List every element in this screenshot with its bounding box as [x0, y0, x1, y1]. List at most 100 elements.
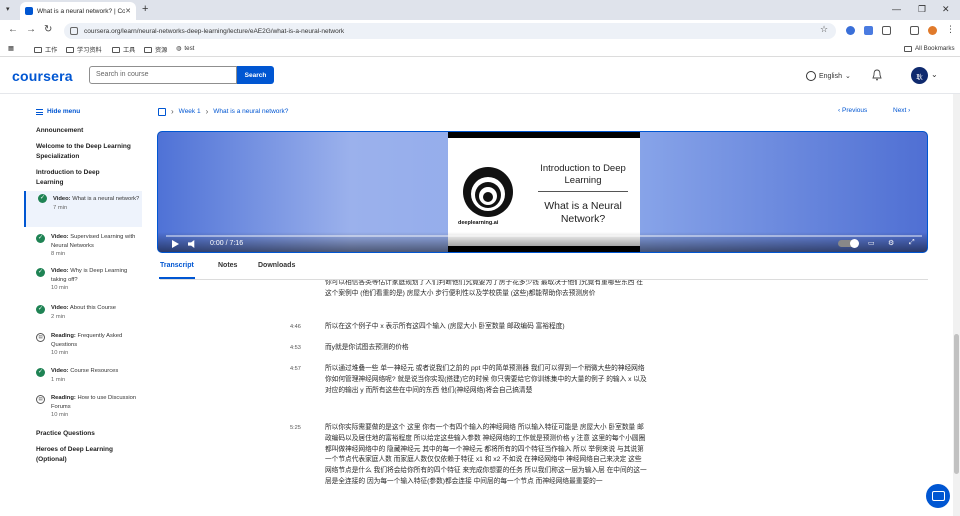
chevron-right-icon: › — [171, 107, 174, 116]
avatar[interactable]: 耿 — [911, 67, 928, 84]
browser-tab-bar: ▾ What is a neural network? | Co... ✕ + … — [0, 0, 960, 20]
check-icon: ✓ — [36, 268, 45, 277]
sidebar-item-course-resources[interactable]: ✓ Video: Course Resources 1 min — [24, 365, 142, 384]
folder-icon — [34, 46, 42, 53]
chevron-right-icon: › — [205, 107, 209, 116]
transcript-panel: 例如就职是因为对你家庭的大小与卧室数量的帮助对家庭购买能力与保险 可以是们的邻居… — [290, 280, 650, 516]
tab-notes[interactable]: Notes — [218, 262, 237, 269]
site-info-icon[interactable] — [70, 27, 78, 35]
bookmark-folder[interactable]: 工作 — [34, 45, 57, 54]
section-announcement[interactable]: Announcement — [36, 126, 83, 136]
new-tab-icon[interactable]: + — [142, 3, 148, 15]
media-icon[interactable] — [910, 26, 919, 35]
video-progress-bar[interactable] — [166, 235, 922, 237]
captions-icon[interactable]: ▭ — [868, 239, 875, 247]
back-icon[interactable]: ← — [8, 24, 18, 35]
globe-icon — [806, 71, 816, 81]
browser-toolbar: ← → ↻ coursera.org/learn/neural-networks… — [0, 20, 960, 42]
chevron-down-icon[interactable]: ⌄ — [931, 70, 938, 79]
close-window-icon[interactable]: ✕ — [942, 4, 950, 15]
search-input[interactable]: Search in course — [89, 66, 237, 84]
section-welcome[interactable]: Welcome to the Deep Learning Specializat… — [36, 142, 136, 162]
browser-menu-icon[interactable]: ⋮ — [946, 24, 955, 35]
previous-button[interactable]: ‹ Previous — [838, 107, 867, 114]
reload-icon[interactable]: ↻ — [44, 24, 52, 35]
bookmark-folder[interactable]: 工具 — [112, 45, 135, 54]
breadcrumb-week[interactable]: Week 1 — [179, 108, 201, 115]
hide-menu-button[interactable]: Hide menu — [36, 108, 80, 115]
content-tabs: Transcript Notes Downloads — [159, 256, 928, 280]
bookmark-folder[interactable]: 学习资料 — [66, 45, 102, 54]
check-icon: ✓ — [36, 234, 45, 243]
slide-title: Introduction to Deep Learning — [540, 163, 626, 186]
home-icon[interactable] — [158, 107, 166, 116]
site-header: coursera Search in course Search English… — [0, 57, 960, 94]
bookmarks-bar: ▦ 工作 学习资料 工具 资源 ◍ test All Bookmarks — [0, 42, 960, 57]
bookmark-link[interactable]: ◍ test — [176, 45, 194, 52]
menu-icon — [36, 108, 43, 115]
extension-icon[interactable] — [846, 26, 855, 35]
language-selector[interactable]: English ⌄ — [806, 71, 851, 81]
play-icon[interactable] — [172, 240, 179, 248]
profile-icon[interactable] — [928, 26, 937, 35]
course-sidebar: Hide menu Announcement Welcome to the De… — [24, 94, 150, 516]
tab-title: What is a neural network? | Co... — [37, 7, 126, 15]
video-player[interactable]: deeplearning.ai Introduction to Deep Lea… — [157, 131, 928, 253]
playback-speed-toggle[interactable] — [838, 239, 859, 248]
check-icon: ✓ — [36, 368, 45, 377]
coursera-logo[interactable]: coursera — [12, 68, 73, 84]
sidebar-item-faq[interactable]: ▤ Reading: Frequently Asked Questions 10… — [24, 330, 142, 358]
transcript-text: 所以你实际需要做的是这个 这里 你有一个有四个输入的神经网络 所以输入特征可能是… — [325, 424, 647, 485]
transcript-text: 而y就是你试图去预测的价格 — [325, 344, 409, 351]
chevron-right-icon: › — [906, 107, 911, 114]
breadcrumb-lecture[interactable]: What is a neural network? — [213, 108, 288, 115]
extensions-puzzle-icon[interactable] — [882, 26, 891, 35]
apps-icon[interactable]: ▦ — [8, 45, 14, 52]
chat-help-button[interactable] — [926, 484, 950, 508]
check-icon: ✓ — [36, 305, 45, 314]
bookmark-folder[interactable]: 资源 — [144, 45, 167, 54]
bookmark-star-icon[interactable]: ☆ — [820, 24, 828, 35]
tab-transcript[interactable]: Transcript — [159, 262, 195, 279]
restore-icon[interactable]: ❐ — [918, 4, 926, 15]
browser-tab[interactable]: What is a neural network? | Co... ✕ — [20, 2, 136, 20]
folder-icon — [66, 46, 74, 53]
tab-search-icon[interactable]: ▾ — [6, 5, 10, 13]
slide-subtitle: What is a Neural Network? — [544, 200, 622, 225]
all-bookmarks[interactable]: All Bookmarks — [904, 45, 955, 52]
sidebar-item-why-deep-learning[interactable]: ✓ Video: Why is Deep Learning taking off… — [24, 265, 142, 293]
folder-icon — [144, 46, 152, 53]
sidebar-item-about-course[interactable]: ✓ Video: About this Course 2 min — [24, 302, 142, 321]
minimize-icon[interactable]: — — [892, 4, 901, 14]
sidebar-item-discussion-forums[interactable]: ▤ Reading: How to use Discussion Forums … — [24, 392, 142, 420]
page-scrollbar[interactable] — [953, 94, 960, 516]
scrollbar-thumb[interactable] — [954, 334, 959, 474]
transcript-timestamp[interactable]: 4:57 — [290, 364, 314, 375]
bell-icon[interactable] — [872, 69, 882, 81]
transcript-text: 所以在这个例子中 x 表示所有这四个输入 (房屋大小 卧室数量 邮政编码 富裕程… — [325, 323, 565, 330]
section-intro-deep-learning[interactable]: Introduction to Deep Learning — [36, 168, 116, 188]
fullscreen-icon[interactable]: ⤢ — [909, 239, 915, 247]
close-tab-icon[interactable]: ✕ — [125, 7, 131, 15]
section-practice-questions[interactable]: Practice Questions — [36, 429, 95, 439]
transcript-timestamp[interactable]: 4:53 — [290, 343, 314, 354]
transcript-timestamp[interactable]: 4:46 — [290, 322, 314, 333]
language-label: English — [819, 72, 842, 80]
coursera-favicon-icon — [25, 7, 33, 15]
sidebar-item-what-is-neural-network[interactable]: ✓ Video: What is a neural network? 7 min — [24, 191, 142, 227]
translate-icon[interactable] — [864, 26, 873, 35]
url-text: coursera.org/learn/neural-networks-deep-… — [84, 27, 345, 35]
breadcrumb: › Week 1 › What is a neural network? — [158, 107, 288, 116]
next-button[interactable]: Next › — [893, 107, 910, 114]
sidebar-item-supervised-learning[interactable]: ✓ Video: Supervised Learning with Neural… — [24, 231, 142, 259]
transcript-timestamp[interactable]: 5:25 — [290, 423, 314, 434]
reading-icon: ▤ — [36, 333, 45, 342]
forward-icon[interactable]: → — [26, 24, 36, 35]
section-heroes[interactable]: Heroes of Deep Learning (Optional) — [36, 445, 136, 465]
address-bar[interactable]: coursera.org/learn/neural-networks-deep-… — [64, 23, 836, 39]
folder-icon — [112, 46, 120, 53]
settings-gear-icon[interactable]: ⚙ — [888, 239, 894, 247]
tab-downloads[interactable]: Downloads — [258, 262, 295, 269]
deeplearning-logo-icon — [463, 167, 513, 217]
search-button[interactable]: Search — [237, 66, 274, 84]
